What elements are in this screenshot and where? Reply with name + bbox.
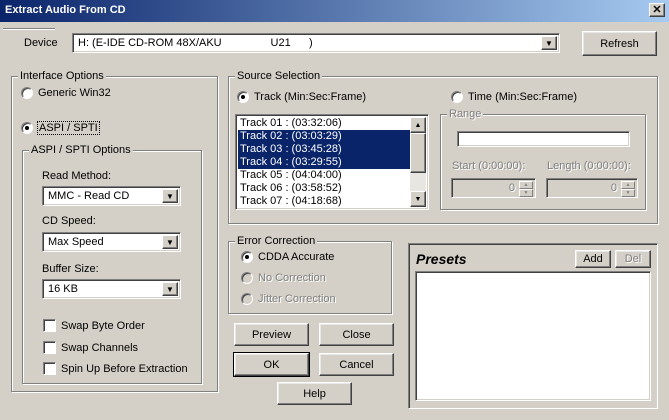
cdda-accurate-radio[interactable]: CDDA Accurate: [241, 251, 334, 263]
aspi-spti-options-legend: ASPI / SPTI Options: [29, 144, 133, 156]
aspi-spti-radio-circle[interactable]: [21, 122, 33, 134]
track-item[interactable]: Track 02 : (03:03:29): [238, 130, 410, 143]
presets-title: Presets: [416, 251, 467, 267]
read-method-label: Read Method:: [42, 170, 112, 182]
generic-win32-radio[interactable]: Generic Win32: [21, 87, 111, 99]
range-length-value: 0: [610, 182, 617, 194]
swap-channels-checkbox[interactable]: Swap Channels: [43, 341, 138, 354]
swap-byte-order-label: Swap Byte Order: [61, 319, 145, 332]
track-list-scrollbar[interactable]: ▲ ▼: [410, 117, 426, 207]
range-length-label: Length (0:00:00):: [547, 160, 631, 172]
no-correction-label: No Correction: [258, 272, 326, 284]
device-value: H: (E-IDE CD-ROM 48X/AKU U21 ): [78, 37, 313, 49]
scroll-thumb[interactable]: [410, 133, 426, 173]
generic-win32-label: Generic Win32: [38, 87, 111, 99]
chevron-down-icon[interactable]: ▼: [541, 36, 557, 50]
help-button[interactable]: Help: [277, 382, 352, 405]
cdda-accurate-radio-circle[interactable]: [241, 251, 253, 263]
range-display: [457, 131, 630, 147]
scroll-down-icon[interactable]: ▼: [410, 191, 426, 207]
device-label: Device: [24, 37, 58, 49]
track-item[interactable]: Track 06 : (03:58:52): [238, 182, 410, 195]
cd-speed-label: CD Speed:: [42, 215, 96, 227]
spin-down-icon: ▼: [621, 189, 635, 197]
error-correction-legend: Error Correction: [235, 235, 318, 247]
cancel-button[interactable]: Cancel: [319, 353, 394, 376]
buffer-size-value: 16 KB: [48, 283, 78, 295]
track-items: Track 01 : (03:32:06) Track 02 : (03:03:…: [238, 117, 410, 208]
jitter-correction-radio: Jitter Correction: [241, 293, 336, 305]
range-legend: Range: [447, 108, 484, 120]
preview-button[interactable]: Preview: [234, 323, 309, 346]
presets-list[interactable]: [415, 271, 651, 401]
track-item[interactable]: Track 05 : (04:04:00): [238, 169, 410, 182]
spin-up-box[interactable]: [43, 362, 56, 375]
time-radio-circle[interactable]: [451, 91, 463, 103]
device-select[interactable]: H: (E-IDE CD-ROM 48X/AKU U21 ) ▼: [72, 33, 560, 53]
chevron-down-icon[interactable]: ▼: [162, 189, 178, 203]
cdda-accurate-label: CDDA Accurate: [258, 251, 335, 263]
track-item[interactable]: Track 01 : (03:32:06): [238, 117, 410, 130]
time-radio[interactable]: Time (Min:Sec:Frame): [451, 91, 577, 103]
close-button[interactable]: Close: [319, 323, 394, 346]
swap-channels-box[interactable]: [43, 341, 56, 354]
generic-win32-radio-circle[interactable]: [21, 87, 33, 99]
source-selection-legend: Source Selection: [235, 70, 323, 82]
swap-byte-order-box[interactable]: [43, 319, 56, 332]
swap-byte-order-checkbox[interactable]: Swap Byte Order: [43, 319, 145, 332]
del-preset-button: Del: [615, 250, 651, 268]
no-correction-radio: No Correction: [241, 272, 326, 284]
chevron-down-icon[interactable]: ▼: [162, 235, 178, 249]
no-correction-radio-circle: [241, 272, 253, 284]
spin-up-label: Spin Up Before Extraction: [61, 362, 188, 375]
track-item[interactable]: Track 07 : (04:18:68): [238, 195, 410, 208]
spin-down-icon: ▼: [519, 189, 533, 197]
time-radio-label: Time (Min:Sec:Frame): [468, 91, 577, 103]
aspi-spti-label: ASPI / SPTI: [37, 121, 100, 135]
jitter-correction-label: Jitter Correction: [258, 293, 336, 305]
cd-speed-value: Max Speed: [48, 236, 104, 248]
swap-channels-label: Swap Channels: [61, 341, 139, 354]
track-list[interactable]: Track 01 : (03:32:06) Track 02 : (03:03:…: [235, 114, 429, 210]
cd-speed-select[interactable]: Max Speed ▼: [42, 232, 181, 252]
interface-options-legend: Interface Options: [18, 70, 106, 82]
title-bar: Extract Audio From CD ✕: [0, 0, 669, 22]
presets-panel: Presets Add Del: [408, 243, 658, 409]
spin-up-icon: ▲: [621, 181, 635, 189]
range-start-label: Start (0:00:00):: [452, 160, 526, 172]
read-method-value: MMC - Read CD: [48, 190, 130, 202]
range-length-spinner: 0 ▲ ▼: [546, 178, 638, 198]
ok-button[interactable]: OK: [233, 352, 310, 377]
buffer-size-select[interactable]: 16 KB ▼: [42, 279, 181, 299]
aspi-spti-radio[interactable]: ASPI / SPTI: [21, 121, 100, 135]
track-radio-label: Track (Min:Sec:Frame): [254, 91, 367, 103]
spin-up-icon: ▲: [519, 181, 533, 189]
read-method-select[interactable]: MMC - Read CD ▼: [42, 186, 181, 206]
chevron-down-icon[interactable]: ▼: [162, 282, 178, 296]
add-preset-button[interactable]: Add: [575, 250, 611, 268]
spin-up-checkbox[interactable]: Spin Up Before Extraction: [43, 362, 188, 375]
track-radio[interactable]: Track (Min:Sec:Frame): [237, 91, 366, 103]
device-tab-line: [3, 28, 55, 29]
window-title: Extract Audio From CD: [5, 4, 126, 16]
range-start-value: 0: [508, 182, 515, 194]
refresh-button[interactable]: Refresh: [582, 31, 657, 56]
track-item[interactable]: Track 03 : (03:45:28): [238, 143, 410, 156]
range-start-spinner: 0 ▲ ▼: [451, 178, 536, 198]
scroll-up-icon[interactable]: ▲: [410, 117, 426, 133]
track-radio-circle[interactable]: [237, 91, 249, 103]
track-item[interactable]: Track 04 : (03:29:55): [238, 156, 410, 169]
close-icon[interactable]: ✕: [649, 3, 665, 17]
jitter-correction-radio-circle: [241, 293, 253, 305]
buffer-size-label: Buffer Size:: [42, 263, 99, 275]
